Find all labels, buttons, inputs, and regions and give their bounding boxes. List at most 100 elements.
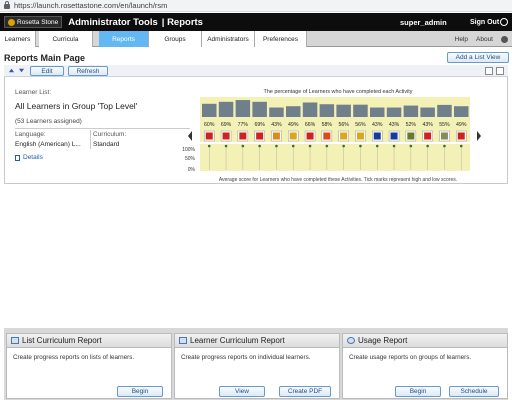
score-tick [342,144,345,148]
help-icon[interactable] [501,35,508,43]
completion-bar[interactable] [403,105,419,117]
scroll-left-icon[interactable] [188,131,192,141]
help-link[interactable]: Help [455,36,468,43]
learner-list-label: Learner List: [15,89,52,96]
tab-curricula[interactable]: Curricula [39,31,93,47]
page-title: Reports Main Page [4,53,86,63]
completion-bar[interactable] [218,101,234,117]
activity-glyph [340,132,348,140]
score-tick [459,144,463,148]
list-curriculum-report-card: List Curriculum Report Create progress r… [6,333,172,399]
sign-out-link[interactable]: Sign Out [470,19,499,26]
lock-icon [4,1,10,9]
about-link[interactable]: About [476,36,493,43]
details-label[interactable]: Details [23,154,43,161]
card-description: Create usage reports on groups of learne… [349,354,472,361]
completion-bar[interactable] [370,107,385,117]
completion-percent-label: 43% [422,122,433,128]
refresh-button[interactable]: Refresh [68,66,108,76]
power-icon[interactable] [500,18,508,26]
activity-glyph [289,132,297,140]
tab-learners[interactable]: Learners [0,31,36,47]
completion-bar[interactable] [437,104,452,117]
page-header: Reports Main Page Add a List View [4,51,509,65]
details-link[interactable]: Details [15,154,43,161]
completion-bar[interactable] [454,106,469,117]
schedule-button[interactable]: Schedule [449,386,499,397]
activity-glyph [323,132,331,140]
learner-curriculum-report-card: Learner Curriculum Report Create progres… [174,333,340,399]
chart-footnote: Average score for Learners who have comp… [219,177,457,183]
activity-completion-chart: The percentage of Learners who have comp… [182,89,481,183]
completion-percent-label: 43% [271,122,282,128]
move-up-icon[interactable] [8,67,15,74]
completion-bar[interactable] [336,104,351,117]
score-axis-label: 50% [185,156,196,162]
divider [90,130,91,149]
usage-report-begin-button[interactable]: Begin [395,386,441,397]
usage-report-card: Usage Report Create usage reports on gro… [342,333,508,399]
move-down-icon[interactable] [18,67,25,74]
score-tick [241,144,245,148]
main-nav: Learners Curricula Reports Groups Admini… [0,31,512,47]
completion-bar[interactable] [235,100,251,117]
completion-percent-label: 60% [204,122,215,128]
completion-bar[interactable] [353,104,368,117]
completion-percent-label: 43% [389,122,400,128]
card-title: Learner Curriculum Report [190,336,285,345]
view-options-icon[interactable] [496,67,504,75]
current-user: super_admin [400,17,447,27]
add-list-view-button[interactable]: Add a List View [447,52,509,63]
create-pdf-button[interactable]: Create PDF [279,386,331,397]
view-button[interactable]: View [219,386,265,397]
divider [15,128,190,129]
browser-address-bar[interactable]: https://launch.rosettastone.com/en/launc… [0,0,512,12]
app-title: Administrator Tools [68,16,158,28]
card-title: List Curriculum Report [22,336,102,345]
card-title: Usage Report [358,336,408,345]
list-report-icon [11,337,19,344]
activity-glyph [222,132,230,140]
completion-bar[interactable] [302,102,318,117]
score-tick [426,144,429,148]
score-tick [207,144,211,148]
tab-preferences[interactable]: Preferences [255,31,307,47]
completion-bar[interactable] [252,101,267,117]
completion-bar[interactable] [269,107,284,117]
tab-administrators[interactable]: Administrators [202,31,255,47]
score-axis-label: 100% [182,147,195,153]
activity-glyph [356,132,364,140]
completion-percent-label: 56% [338,122,349,128]
curriculum-value: Standard [93,141,120,148]
completion-bar[interactable] [319,104,335,117]
completion-bar[interactable] [386,107,402,117]
activity-glyph [373,132,381,140]
export-icon[interactable] [485,67,493,75]
score-tick [291,144,295,148]
completion-bar[interactable] [286,106,301,117]
activity-glyph [390,132,398,140]
activity-glyph [205,132,213,140]
view-tools [485,67,504,75]
app-header: Rosetta Stone Administrator Tools | Repo… [0,13,512,31]
card-header: List Curriculum Report [7,334,171,348]
url-text[interactable]: https://launch.rosettastone.com/en/launc… [14,1,167,10]
completion-percent-label: 43% [372,122,383,128]
activity-glyph [306,132,314,140]
completion-bar[interactable] [420,107,435,117]
learner-report-icon [179,337,187,344]
language-value: English (American) L... [15,141,81,148]
activity-glyph [272,132,280,140]
score-tick [308,144,312,148]
scroll-right-icon[interactable] [477,131,481,141]
tab-groups[interactable]: Groups [149,31,202,47]
edit-button[interactable]: Edit [30,66,64,76]
completion-percent-label: 52% [406,122,417,128]
activity-glyph [407,132,415,140]
tab-reports[interactable]: Reports [99,31,149,47]
completion-bar[interactable] [202,103,217,117]
learner-count: (53 Learners assigned) [15,118,82,125]
card-header: Usage Report [343,334,507,348]
score-band [200,144,470,171]
list-report-begin-button[interactable]: Begin [117,386,163,397]
